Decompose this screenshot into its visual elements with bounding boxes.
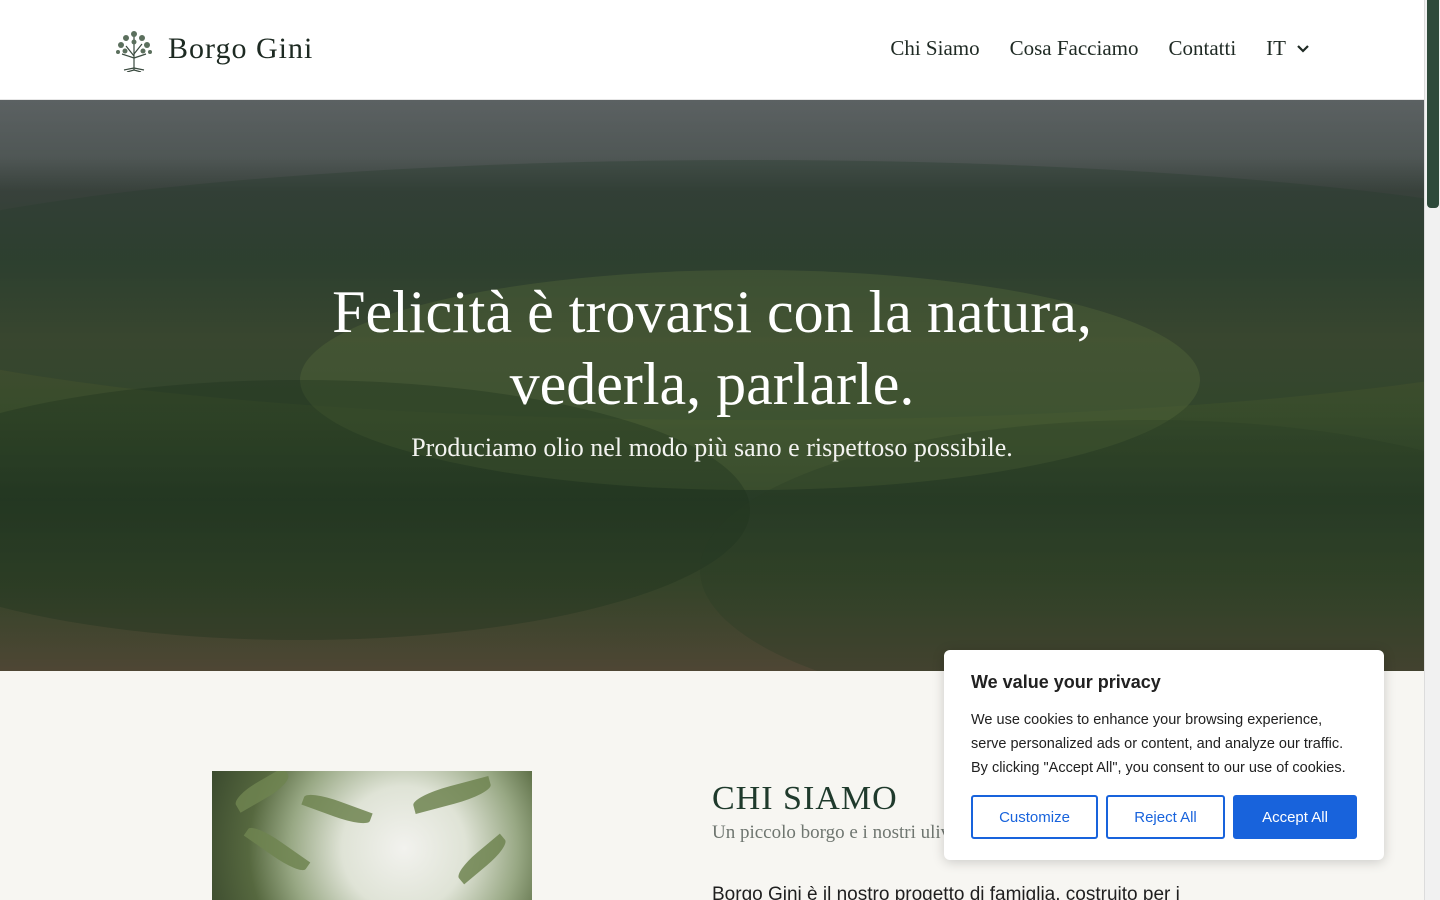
site-header: Borgo Gini Chi Siamo Cosa Facciamo Conta… <box>0 0 1424 100</box>
scrollbar-thumb[interactable] <box>1427 0 1439 208</box>
nav-chi-siamo[interactable]: Chi Siamo <box>890 36 979 61</box>
logo[interactable]: Borgo Gini <box>112 26 313 72</box>
section-title: CHI SIAMO <box>712 780 898 817</box>
brand-name: Borgo Gini <box>168 32 314 65</box>
accept-all-button[interactable]: Accept All <box>1233 795 1357 839</box>
leaf <box>243 822 311 876</box>
leaf <box>301 789 373 829</box>
nav-contatti[interactable]: Contatti <box>1169 36 1237 61</box>
cookie-text: We use cookies to enhance your browsing … <box>971 712 1346 776</box>
hero-subtitle: Produciamo olio nel modo più sano e risp… <box>411 433 1013 462</box>
leaf <box>231 771 293 813</box>
leaf <box>411 775 493 815</box>
hero-title: Felicità è trovarsi con la natura, veder… <box>0 276 1424 420</box>
nav-cosa-facciamo[interactable]: Cosa Facciamo <box>1010 36 1139 61</box>
olive-branch-image <box>212 771 532 900</box>
main-nav: Chi Siamo Cosa Facciamo Contatti IT <box>890 36 1310 61</box>
reject-all-button[interactable]: Reject All <box>1106 795 1225 839</box>
hero-section: Felicità è trovarsi con la natura, veder… <box>0 100 1424 671</box>
language-label: IT <box>1266 36 1286 60</box>
section-subtitle: Un piccolo borgo e i nostri uliv <box>712 822 951 843</box>
scrollbar[interactable] <box>1424 0 1440 900</box>
section-body: Borgo Gini è il nostro progetto di famig… <box>712 884 1180 900</box>
hero-title-line: vederla, parlarle. <box>509 351 915 417</box>
cookie-banner: We value your privacy We use cookies to … <box>944 650 1384 860</box>
olive-tree-icon <box>116 31 152 72</box>
language-switcher[interactable]: IT <box>1266 36 1310 61</box>
cookie-title: We value your privacy <box>971 672 1161 692</box>
leaf <box>453 833 511 885</box>
chevron-down-icon <box>1297 44 1309 53</box>
hero-title-line: Felicità è trovarsi con la natura, <box>332 279 1092 345</box>
customize-button[interactable]: Customize <box>971 795 1098 839</box>
